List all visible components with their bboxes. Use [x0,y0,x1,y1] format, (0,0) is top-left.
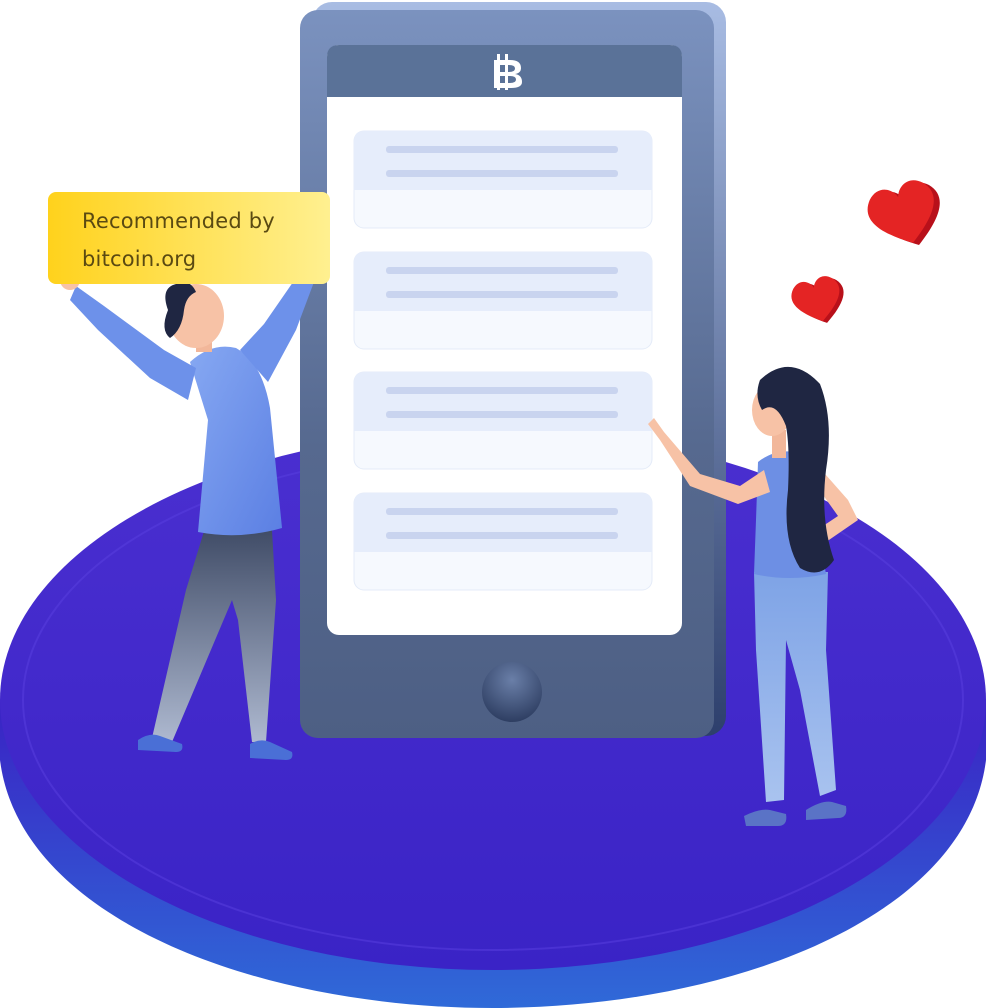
list-item [353,371,653,470]
home-button [482,662,542,722]
list-item [353,251,653,350]
sign-line-1: Recommended by [82,209,275,233]
illustration [0,2,986,1008]
sign-text: Recommended by bitcoin.org [82,202,322,278]
heart-icon [867,180,940,245]
list-item [353,130,653,229]
list-item [353,492,653,591]
heart-icon [791,276,844,323]
sign-line-2: bitcoin.org [82,247,197,271]
phone [300,2,726,738]
